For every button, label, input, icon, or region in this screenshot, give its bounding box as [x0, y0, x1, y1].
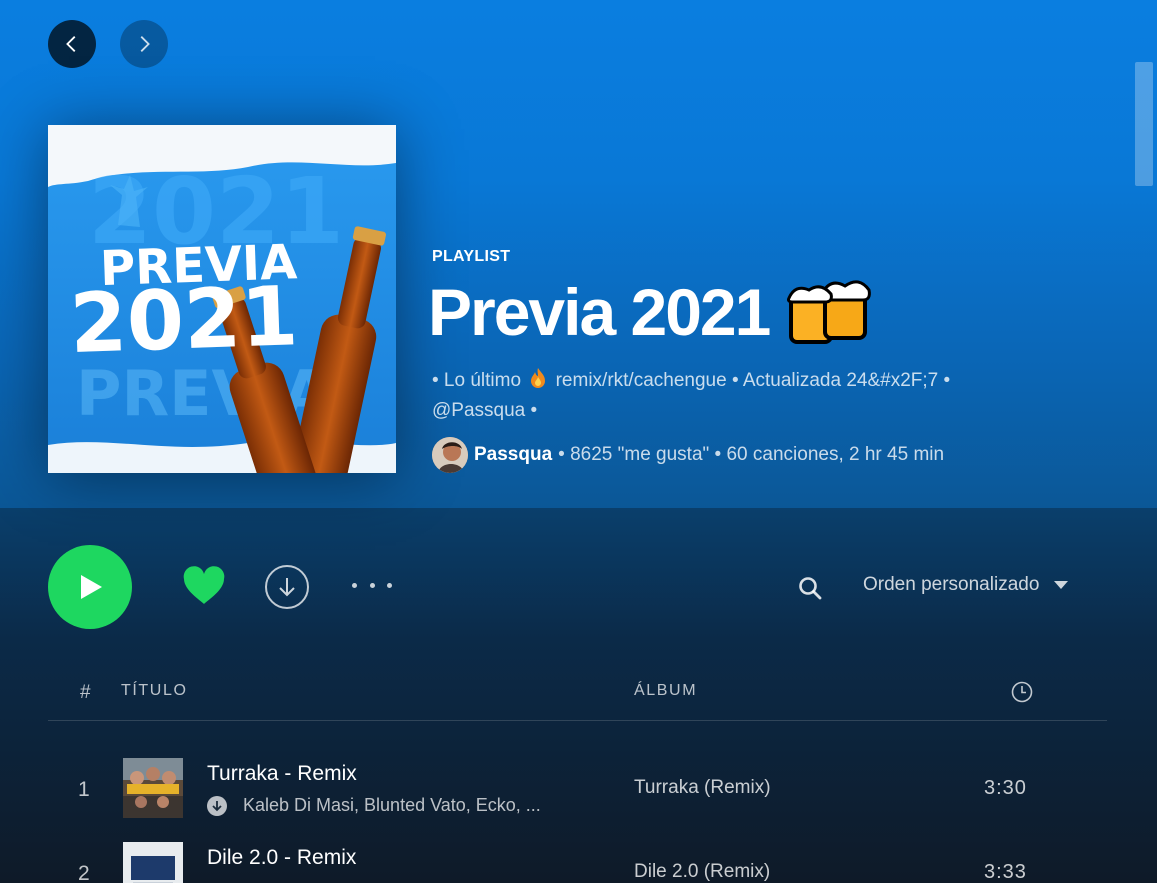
- track-duration: 3:30: [984, 777, 1027, 799]
- column-title[interactable]: TÍTULO: [121, 682, 188, 700]
- clock-icon[interactable]: [1011, 681, 1033, 703]
- track-album[interactable]: Turraka (Remix): [634, 777, 771, 799]
- play-icon: [81, 575, 102, 599]
- downloaded-icon: [207, 795, 227, 816]
- caret-down-icon: [1054, 581, 1069, 589]
- track-row[interactable]: 2 Dile 2.0 - Remix Dile 2.0 (Remix) 3:33: [48, 842, 1107, 883]
- description-part2: remix/rkt/cachengue • Actualizada 24&#x2…: [555, 370, 951, 391]
- track-artists-text[interactable]: Kaleb Di Masi, Blunted Vato, Ecko, ...: [243, 795, 541, 816]
- track-album[interactable]: Dile 2.0 (Remix): [634, 861, 770, 883]
- chevron-right-icon: [140, 36, 150, 52]
- playlist-type-label: PLAYLIST: [432, 248, 511, 265]
- track-artists: Kaleb Di Masi, Blunted Vato, Ecko, ...: [207, 795, 541, 816]
- avatar-image: [432, 437, 468, 473]
- back-button[interactable]: [48, 20, 96, 68]
- download-icon: [279, 578, 295, 597]
- track-row[interactable]: 1 Turraka - Remix Kaleb Di Masi, Blunted…: [48, 758, 1107, 834]
- playlist-description: • Lo último remix/rkt/cachengue • Actual…: [432, 366, 1052, 426]
- play-button[interactable]: [48, 545, 132, 629]
- beer-mugs-icon: [787, 280, 872, 344]
- more-options-button[interactable]: [352, 573, 392, 597]
- track-title[interactable]: Turraka - Remix: [207, 762, 357, 786]
- track-thumbnail: [123, 758, 183, 818]
- dot: [387, 582, 392, 588]
- dot: [352, 582, 357, 588]
- scrollbar-thumb[interactable]: [1135, 62, 1153, 186]
- cover-art: 2021 PREVIA PREVIA 2021: [48, 125, 396, 473]
- playlist-stats: • 8625 "me gusta" • 60 canciones, 2 hr 4…: [558, 444, 945, 465]
- chevron-left-icon: [66, 36, 76, 52]
- playlist-meta: Passqua • 8625 "me gusta" • 60 canciones…: [432, 436, 944, 474]
- dot: [369, 582, 375, 588]
- owner-avatar[interactable]: [432, 437, 468, 473]
- column-number: #: [80, 682, 93, 703]
- download-button[interactable]: [265, 565, 309, 609]
- track-title[interactable]: Dile 2.0 - Remix: [207, 846, 356, 870]
- owner-link[interactable]: Passqua: [474, 444, 552, 466]
- sort-dropdown[interactable]: Orden personalizado: [863, 574, 1069, 596]
- search-icon[interactable]: [797, 575, 823, 601]
- description-part1: • Lo último: [432, 370, 522, 391]
- playlist-title-text: Previa 2021: [428, 275, 771, 349]
- column-album[interactable]: ÁLBUM: [634, 682, 697, 700]
- description-line2: @Passqua •: [432, 400, 538, 421]
- fire-icon: [531, 368, 546, 388]
- playlist-title: Previa 2021: [428, 272, 873, 352]
- cover-title-line2: 2021: [68, 269, 299, 372]
- table-divider: [48, 720, 1107, 721]
- spotify-playlist-view: 2021 PREVIA PREVIA 2021 PLAYLIST Previa …: [0, 0, 1157, 883]
- track-duration: 3:33: [984, 861, 1027, 883]
- track-number: 2: [78, 862, 90, 883]
- forward-button[interactable]: [120, 20, 168, 68]
- heart-icon[interactable]: [182, 566, 226, 606]
- sort-label: Orden personalizado: [863, 574, 1040, 595]
- playlist-cover[interactable]: 2021 PREVIA PREVIA 2021: [48, 125, 396, 473]
- track-number: 1: [78, 778, 90, 801]
- track-thumbnail: [123, 842, 183, 883]
